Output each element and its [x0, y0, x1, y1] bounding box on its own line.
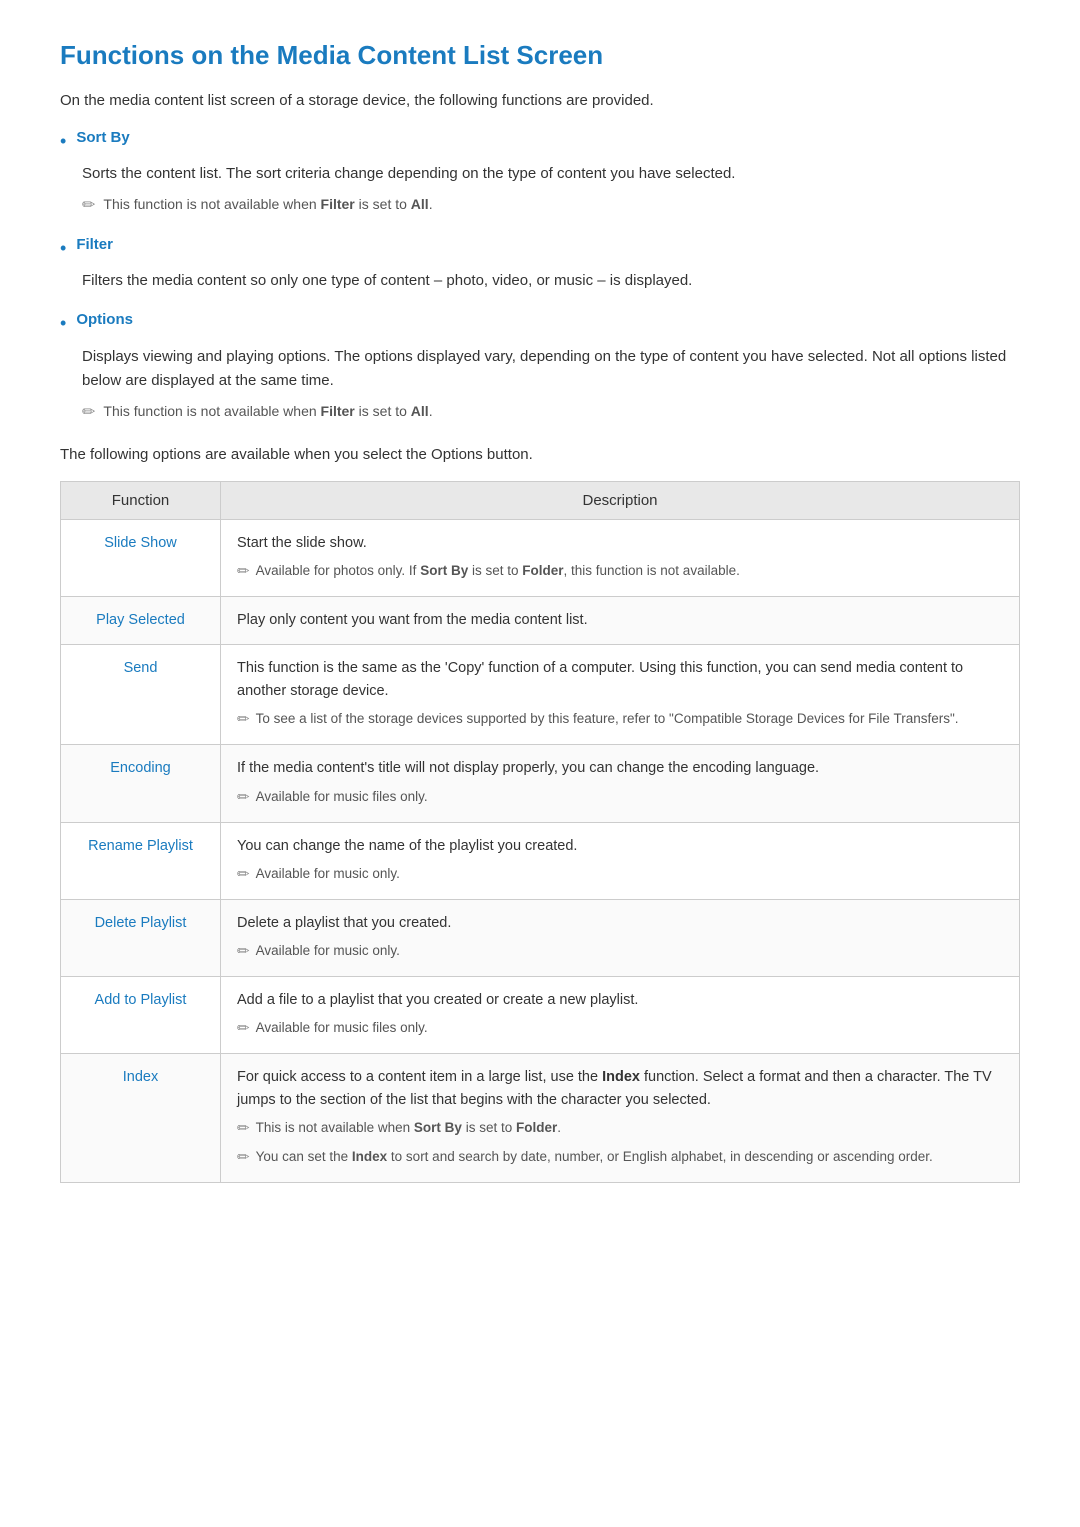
note-icon-sort: ✏ [82, 194, 95, 218]
filter-desc: Filters the media content so only one ty… [82, 269, 1020, 293]
note-text-5-0: Available for music only. [256, 940, 400, 962]
table-row-description-4: You can change the name of the playlist … [221, 822, 1020, 899]
table-note-7-0: ✏ This is not available when Sort By is … [237, 1117, 1003, 1141]
desc-text-3: If the media content's title will not di… [237, 760, 819, 776]
bullet-dot-sort: • [60, 129, 66, 154]
table-row-description-6: Add a file to a playlist that you create… [221, 976, 1020, 1053]
table-note-0-0: ✏ Available for photos only. If Sort By … [237, 560, 1003, 584]
table-row-function-7: Index [61, 1054, 221, 1183]
table-row-function-6: Add to Playlist [61, 976, 221, 1053]
note-icon-7-1: ✏ [237, 1146, 250, 1170]
desc-text-0: Start the slide show. [237, 535, 367, 551]
table-row-description-3: If the media content's title will not di… [221, 745, 1020, 822]
note-icon-2-0: ✏ [237, 708, 250, 732]
note-text-2-0: To see a list of the storage devices sup… [256, 708, 959, 730]
table-row-function-4: Rename Playlist [61, 822, 221, 899]
options-table: Function Description Slide ShowStart the… [60, 481, 1020, 1184]
desc-text-6: Add a file to a playlist that you create… [237, 992, 638, 1008]
filter-highlight-1: Filter [321, 196, 355, 212]
table-row-description-5: Delete a playlist that you created. ✏ Av… [221, 899, 1020, 976]
note-icon-0-0: ✏ [237, 560, 250, 584]
options-note: ✏ This function is not available when Fi… [82, 401, 1020, 425]
note-text-4-0: Available for music only. [256, 863, 400, 885]
note-icon-3-0: ✏ [237, 786, 250, 810]
note-icon-6-0: ✏ [237, 1017, 250, 1041]
options-note-text: This function is not available when Filt… [103, 401, 432, 422]
table-row-description-7: For quick access to a content item in a … [221, 1054, 1020, 1183]
bullet-dot-filter: • [60, 236, 66, 261]
desc-text-4: You can change the name of the playlist … [237, 838, 577, 854]
table-note-5-0: ✏ Available for music only. [237, 940, 1003, 964]
desc-text-2: This function is the same as the 'Copy' … [237, 660, 963, 699]
options-desc: Displays viewing and playing options. Th… [82, 345, 1020, 393]
note-text-6-0: Available for music files only. [256, 1017, 428, 1039]
filter-label: Filter [76, 236, 113, 253]
table-row-function-1: Play Selected [61, 596, 221, 644]
note-icon-4-0: ✏ [237, 863, 250, 887]
all-highlight-1: All [411, 196, 429, 212]
options-label: Options [76, 311, 133, 328]
table-row-function-5: Delete Playlist [61, 899, 221, 976]
intro-paragraph: On the media content list screen of a st… [60, 89, 1020, 113]
table-note-3-0: ✏ Available for music files only. [237, 786, 1003, 810]
desc-text-5: Delete a playlist that you created. [237, 915, 451, 931]
page-title: Functions on the Media Content List Scre… [60, 40, 1020, 71]
table-row-description-2: This function is the same as the 'Copy' … [221, 644, 1020, 744]
table-note-7-1: ✏ You can set the Index to sort and sear… [237, 1146, 1003, 1170]
desc-text-1: Play only content you want from the medi… [237, 612, 588, 628]
note-text-3-0: Available for music files only. [256, 786, 428, 808]
filter-highlight-2: Filter [321, 403, 355, 419]
table-row-function-0: Slide Show [61, 519, 221, 596]
bullet-dot-options: • [60, 311, 66, 336]
sort-by-label: Sort By [76, 129, 129, 146]
sort-by-section: • Sort By Sorts the content list. The so… [60, 129, 1020, 218]
all-highlight-2: All [411, 403, 429, 419]
note-icon-7-0: ✏ [237, 1117, 250, 1141]
note-text-0-0: Available for photos only. If Sort By is… [256, 560, 740, 582]
filter-section: • Filter Filters the media content so on… [60, 236, 1020, 293]
table-note-4-0: ✏ Available for music only. [237, 863, 1003, 887]
table-row-description-1: Play only content you want from the medi… [221, 596, 1020, 644]
note-icon-options: ✏ [82, 401, 95, 425]
note-text-7-1: You can set the Index to sort and search… [256, 1146, 933, 1168]
sort-by-note: ✏ This function is not available when Fi… [82, 194, 1020, 218]
col-function-header: Function [61, 481, 221, 519]
table-row-function-2: Send [61, 644, 221, 744]
note-icon-5-0: ✏ [237, 940, 250, 964]
table-note-2-0: ✏ To see a list of the storage devices s… [237, 708, 1003, 732]
table-row-function-3: Encoding [61, 745, 221, 822]
options-section: • Options Displays viewing and playing o… [60, 311, 1020, 424]
table-row-description-0: Start the slide show. ✏ Available for ph… [221, 519, 1020, 596]
sort-by-desc: Sorts the content list. The sort criteri… [82, 162, 1020, 186]
table-note-6-0: ✏ Available for music files only. [237, 1017, 1003, 1041]
table-intro-text: The following options are available when… [60, 443, 1020, 467]
note-text-7-0: This is not available when Sort By is se… [256, 1117, 561, 1139]
sort-by-note-text: This function is not available when Filt… [103, 194, 432, 215]
col-description-header: Description [221, 481, 1020, 519]
desc-text-7: For quick access to a content item in a … [237, 1069, 992, 1108]
